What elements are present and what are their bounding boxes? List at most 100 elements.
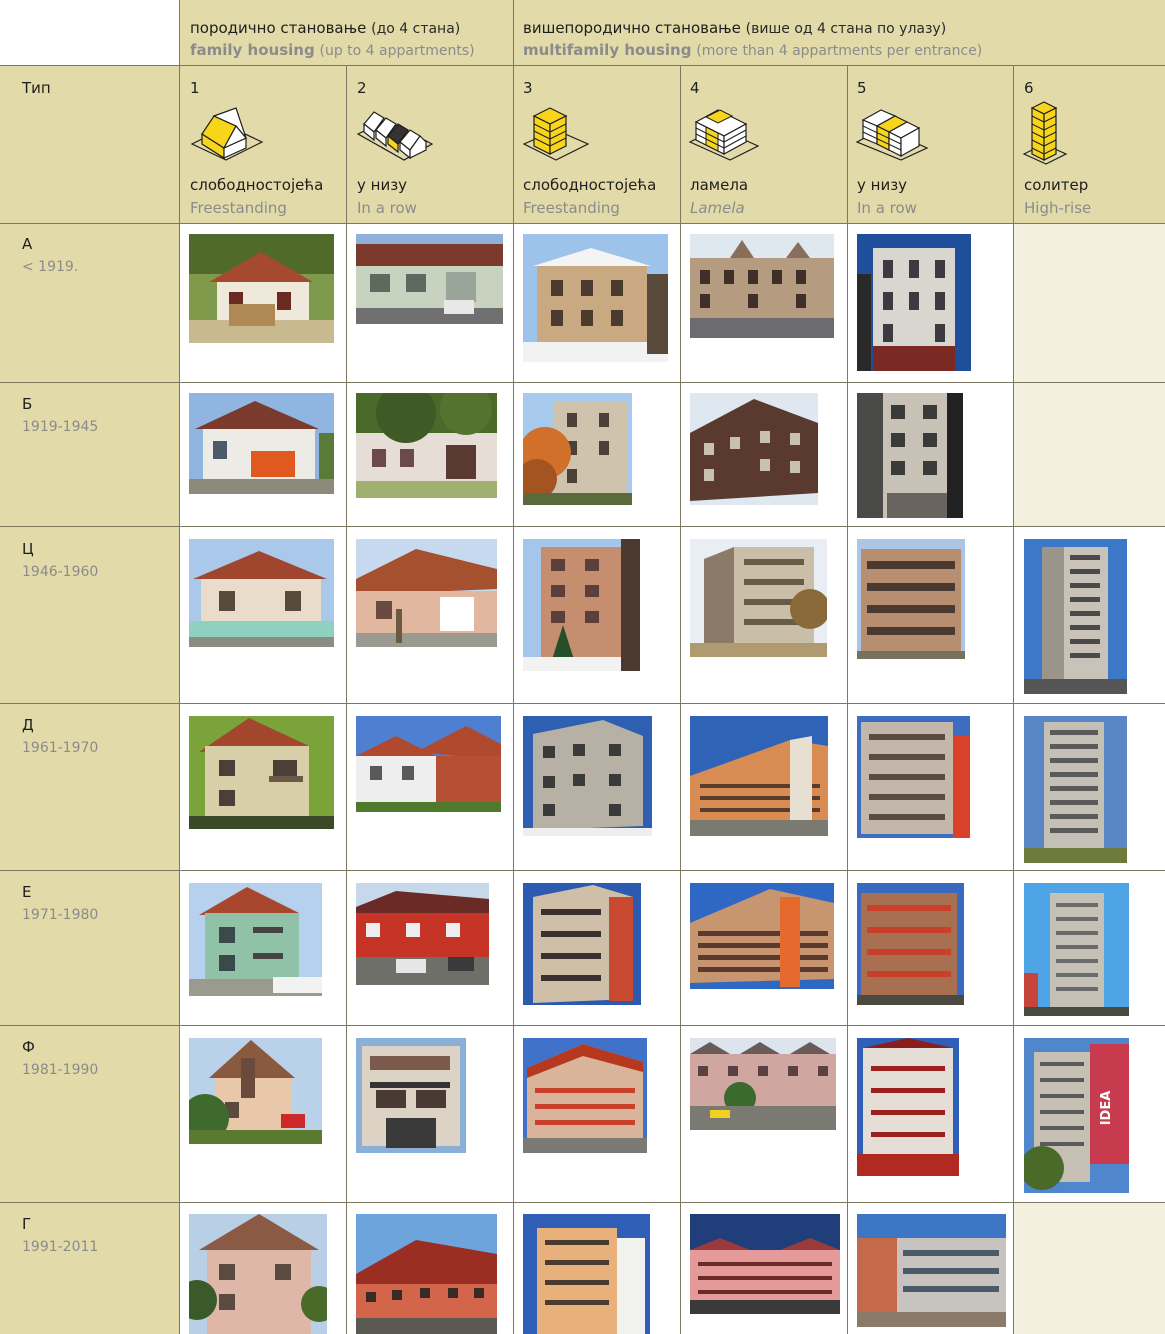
- row-letter-a: А: [22, 235, 33, 253]
- column-label-en-3: Freestanding: [523, 199, 620, 217]
- row-letter-b: Б: [22, 395, 33, 413]
- column-number-2: 2: [357, 79, 367, 97]
- photo-sign-text: IDEA: [1099, 1091, 1114, 1126]
- grid-line: [346, 65, 347, 1334]
- photo-f3: [523, 1038, 647, 1153]
- empty-cell-b6: [1014, 383, 1165, 526]
- photo-f4: [690, 1038, 836, 1130]
- photo-f6: IDEA: [1024, 1038, 1129, 1193]
- row-period-d: 1961-1970: [22, 740, 99, 756]
- grid-line: [0, 870, 1165, 871]
- freestanding-block-icon: [522, 107, 590, 161]
- column-label-sr-5: у низу: [857, 176, 908, 194]
- photo-d4: [690, 716, 828, 836]
- column-label-en-1: Freestanding: [190, 199, 287, 217]
- photo-g3: [523, 1214, 650, 1334]
- photo-f1: [189, 1038, 322, 1144]
- photo-a1: [189, 234, 334, 343]
- photo-g2: [356, 1214, 497, 1334]
- photo-d3: [523, 716, 652, 836]
- photo-e6: [1024, 883, 1129, 1016]
- column-label-en-5: In a row: [857, 199, 917, 217]
- photo-b3: [523, 393, 632, 505]
- photo-b4: [690, 393, 818, 505]
- photo-e1: [189, 883, 322, 996]
- grid-line: [179, 0, 180, 1334]
- row-letter-g: Г: [22, 1215, 32, 1233]
- column-label-sr-4: ламела: [690, 176, 749, 194]
- row-letter-f: Ф: [22, 1038, 35, 1056]
- type-label: Тип: [22, 79, 51, 97]
- row-period-c: 1946-1960: [22, 564, 99, 580]
- row-label-column: [0, 223, 180, 1334]
- photo-e4: [690, 883, 834, 989]
- photo-d6: [1024, 716, 1127, 863]
- photo-g1: [189, 1214, 327, 1334]
- freestanding-house-icon: [190, 107, 264, 161]
- grid-line: [0, 223, 1165, 224]
- column-label-sr-3: слободностојећа: [523, 176, 657, 194]
- photo-e2: [356, 883, 489, 985]
- row-period-g: 1991-2011: [22, 1239, 99, 1255]
- photo-c2: [356, 539, 497, 647]
- grid-line: [0, 382, 1165, 383]
- photo-d2: [356, 716, 501, 812]
- grid-line: [847, 65, 848, 1334]
- grid-line: [1013, 65, 1014, 1334]
- column-label-en-2: In a row: [357, 199, 417, 217]
- column-number-5: 5: [857, 79, 867, 97]
- photo-d5: [857, 716, 970, 838]
- row-letter-e: Е: [22, 883, 32, 901]
- column-label-sr-6: солитер: [1024, 176, 1089, 194]
- photo-f2: [356, 1038, 466, 1153]
- column-number-4: 4: [690, 79, 700, 97]
- row-period-f: 1981-1990: [22, 1062, 99, 1078]
- column-label-en-4: Lamela: [690, 199, 745, 217]
- row-letter-d: Д: [22, 716, 34, 734]
- photo-e3: [523, 883, 641, 1005]
- photo-b5: [857, 393, 963, 518]
- column-label-sr-2: у низу: [357, 176, 408, 194]
- photo-c4: [690, 539, 827, 657]
- photo-g5: [857, 1214, 1006, 1327]
- photo-a2: [356, 234, 503, 324]
- grid-line: [0, 65, 1165, 66]
- photo-b2: [356, 393, 497, 498]
- grid-line: [0, 1202, 1165, 1203]
- row-period-b: 1919-1945: [22, 419, 99, 435]
- row-period-e: 1971-1980: [22, 907, 99, 923]
- high-rise-icon: [1022, 101, 1068, 165]
- grid-line: [680, 65, 681, 1334]
- column-number-3: 3: [523, 79, 533, 97]
- photo-e5: [857, 883, 964, 1005]
- photo-g4: [690, 1214, 840, 1314]
- photo-a4: [690, 234, 834, 338]
- photo-d1: [189, 716, 334, 829]
- photo-a5: [857, 234, 971, 371]
- row-houses-icon: [356, 111, 434, 161]
- multi-group-subtitle: multifamily housing (more than 4 appartm…: [523, 41, 983, 59]
- empty-cell-a6: [1014, 224, 1165, 382]
- column-label-en-6: High-rise: [1024, 199, 1092, 217]
- row-period-a: < 1919.: [22, 259, 79, 275]
- photo-c3: [523, 539, 640, 671]
- row-letter-c: Ц: [22, 540, 34, 558]
- photo-c5: [857, 539, 965, 659]
- photo-c6: [1024, 539, 1127, 694]
- photo-b1: [189, 393, 334, 494]
- grid-line: [0, 1025, 1165, 1026]
- grid-line: [513, 0, 514, 1334]
- lamela-block-icon: [688, 109, 760, 161]
- column-number-1: 1: [190, 79, 200, 97]
- photo-c1: [189, 539, 334, 647]
- family-group-title: породично становање (до 4 стана): [190, 19, 461, 37]
- grid-line: [0, 703, 1165, 704]
- multi-group-title: вишепородично становање (више од 4 стана…: [523, 19, 947, 37]
- photo-f5: [857, 1038, 959, 1176]
- column-number-6: 6: [1024, 79, 1034, 97]
- column-label-sr-1: слободностојећа: [190, 176, 324, 194]
- row-blocks-icon: [855, 109, 929, 161]
- empty-cell-g6: [1014, 1203, 1165, 1334]
- family-group-subtitle: family housing (up to 4 appartments): [190, 41, 475, 59]
- photo-a3: [523, 234, 668, 362]
